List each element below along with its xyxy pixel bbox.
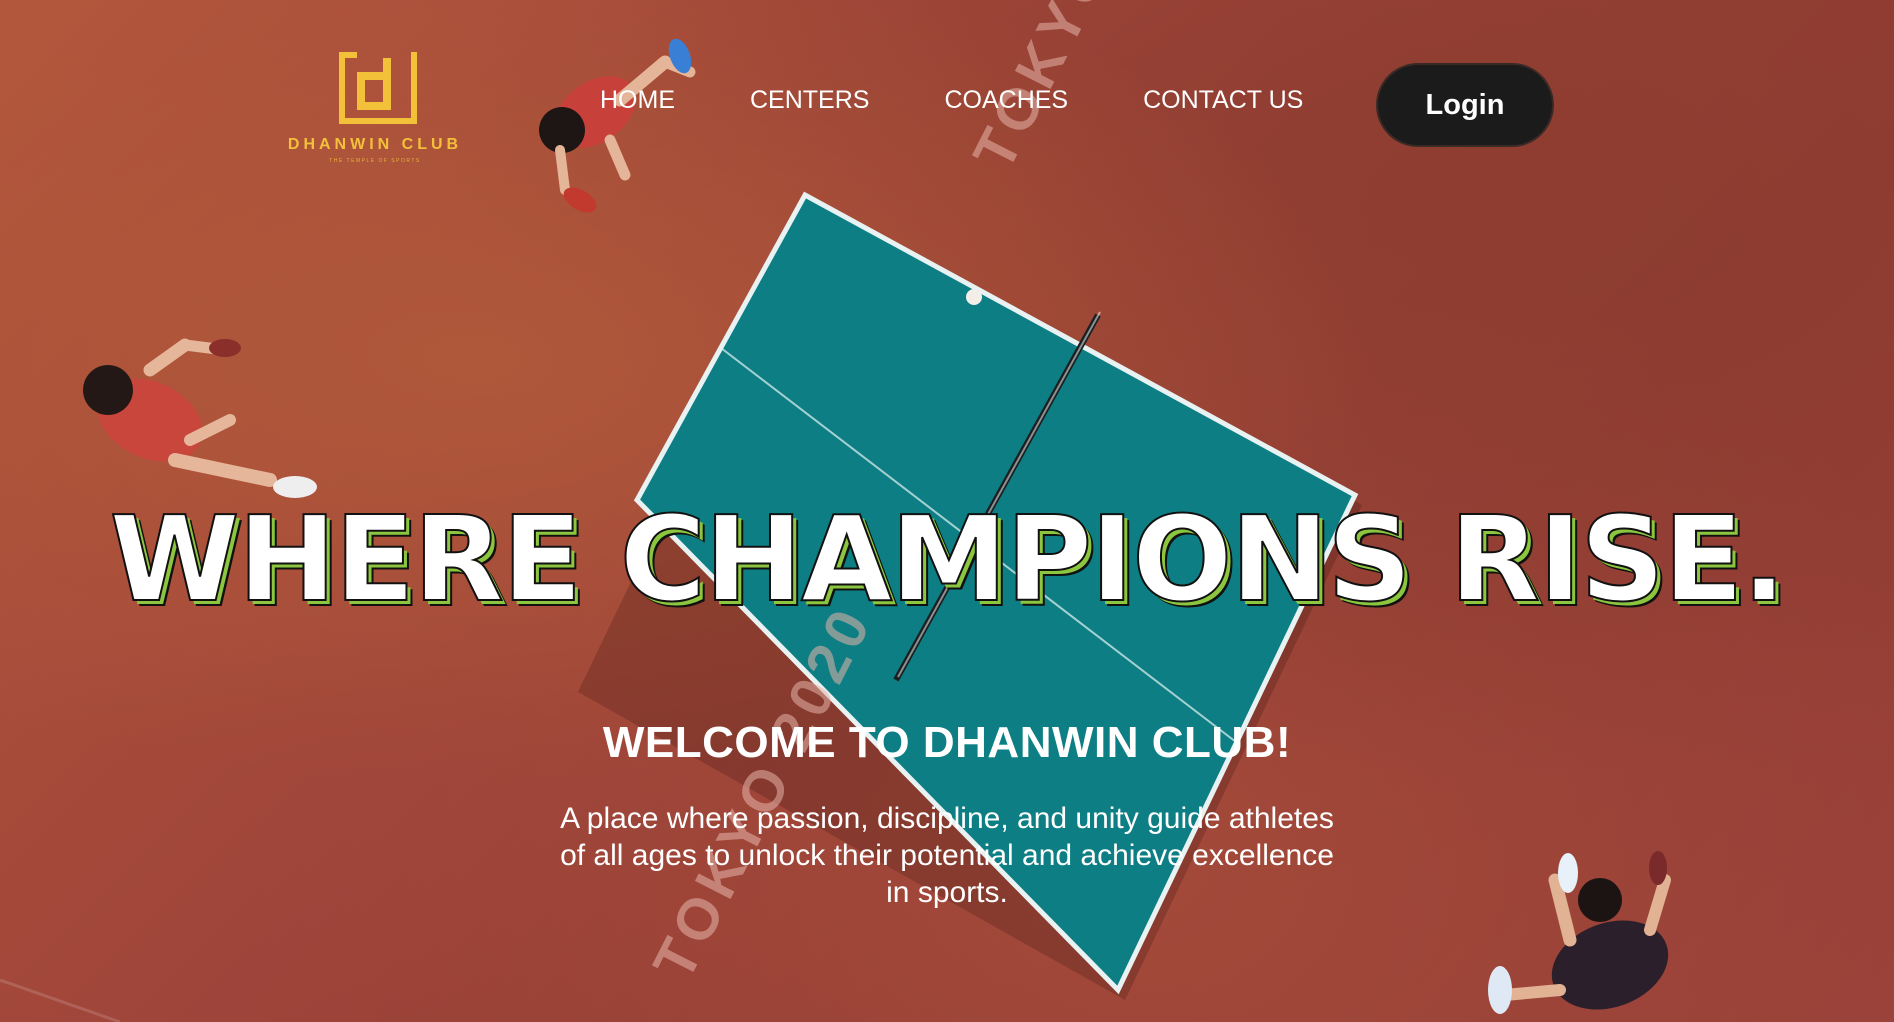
main-nav: HOME CENTERS COACHES CONTACT US — [600, 86, 1378, 115]
nav-item-contact-us[interactable]: CONTACT US — [1143, 86, 1303, 115]
hero-section: TOKYO 2020 TOKYO 2020 DHANWIN CLUB THE T… — [0, 0, 1894, 1022]
brand-name: DHANWIN CLUB — [287, 136, 463, 153]
brand-tagline: THE TEMPLE OF SPORTS — [329, 158, 421, 164]
nav-item-home[interactable]: HOME — [600, 86, 675, 115]
site-header: DHANWIN CLUB THE TEMPLE OF SPORTS HOME C… — [0, 0, 1894, 210]
brand-logo[interactable]: DHANWIN CLUB THE TEMPLE OF SPORTS — [270, 46, 480, 164]
hero-description: A place where passion, discipline, and u… — [560, 802, 1334, 909]
hero-headline: WHERE CHAMPIONS RISE. — [109, 489, 1788, 629]
nav-item-centers[interactable]: CENTERS — [750, 86, 869, 115]
welcome-heading: WELCOME TO DHANWIN CLUB! — [602, 718, 1292, 767]
login-button[interactable]: Login — [1376, 63, 1554, 147]
player-left — [83, 338, 317, 498]
ball-icon — [966, 289, 982, 305]
player-bottom-right — [1488, 851, 1671, 1014]
dhanwin-d-monogram-icon — [339, 52, 417, 124]
nav-item-coaches[interactable]: COACHES — [944, 86, 1068, 115]
